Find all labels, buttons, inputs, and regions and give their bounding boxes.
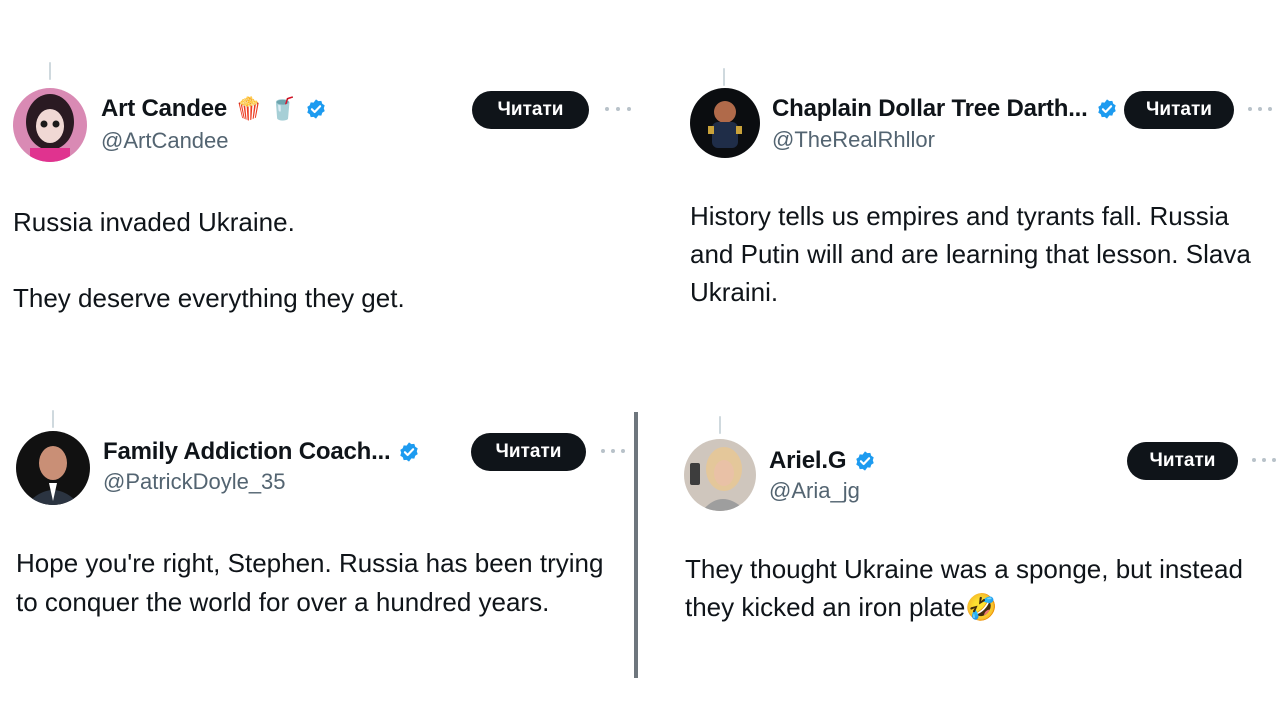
user-handle[interactable]: @TheRealRhllor [772, 127, 935, 153]
verified-badge-icon [307, 99, 325, 119]
popcorn-drink-emoji: 🍿 🥤 [235, 96, 297, 122]
avatar[interactable] [13, 88, 87, 162]
verified-badge-icon [856, 451, 875, 471]
tweet-card-art-candee: Art Candee 🍿 🥤 @ArtCandee Читати Russia … [0, 0, 631, 313]
tweet-text-line: Russia invaded Ukraine. [13, 207, 295, 237]
verified-badge-icon [1097, 99, 1116, 119]
more-options-icon[interactable] [605, 104, 631, 114]
user-handle[interactable]: @Aria_jg [769, 478, 860, 504]
user-handle[interactable]: @PatrickDoyle_35 [103, 469, 286, 495]
avatar[interactable] [690, 88, 760, 158]
user-handle[interactable]: @ArtCandee [101, 128, 229, 154]
avatar[interactable] [684, 439, 756, 511]
tweet-text: Russia invaded Ukraine. They deserve eve… [13, 203, 613, 317]
thread-line [52, 410, 54, 428]
display-name[interactable]: Art Candee [101, 95, 227, 123]
read-button[interactable]: Читати [472, 91, 589, 129]
tweet-card-chaplain: Chaplain Dollar Tree Darth... @TheRealRh… [640, 0, 1272, 307]
tweet-text-line: They deserve everything they get. [13, 283, 405, 313]
thread-line [49, 62, 51, 80]
tweet-text: They thought Ukraine was a sponge, but i… [685, 554, 1243, 622]
thread-line [719, 416, 721, 434]
tweet-text: History tells us empires and tyrants fal… [690, 201, 1251, 307]
read-button[interactable]: Читати [1127, 442, 1238, 480]
tweet-text: Hope you're right, Stephen. Russia has b… [16, 548, 604, 617]
avatar[interactable] [16, 431, 90, 505]
read-button[interactable]: Читати [471, 433, 586, 471]
more-options-icon[interactable] [1252, 455, 1276, 465]
tweet-card-ariel-g: Ariel.G @Aria_jg Читати Читати They thou… [640, 400, 1276, 700]
verified-badge-icon [400, 442, 419, 462]
thread-line [723, 68, 725, 86]
tweet-card-family-addiction-coach: Family Addiction Coach... @PatrickDoyle_… [0, 400, 625, 700]
display-name[interactable]: Family Addiction Coach... [103, 438, 391, 466]
more-options-icon[interactable] [601, 446, 625, 456]
more-options-icon[interactable] [1248, 104, 1272, 114]
column-divider [634, 412, 638, 678]
display-name[interactable]: Chaplain Dollar Tree Darth... [772, 95, 1088, 123]
read-button[interactable]: Читати [1124, 91, 1234, 129]
display-name[interactable]: Ariel.G [769, 447, 846, 475]
